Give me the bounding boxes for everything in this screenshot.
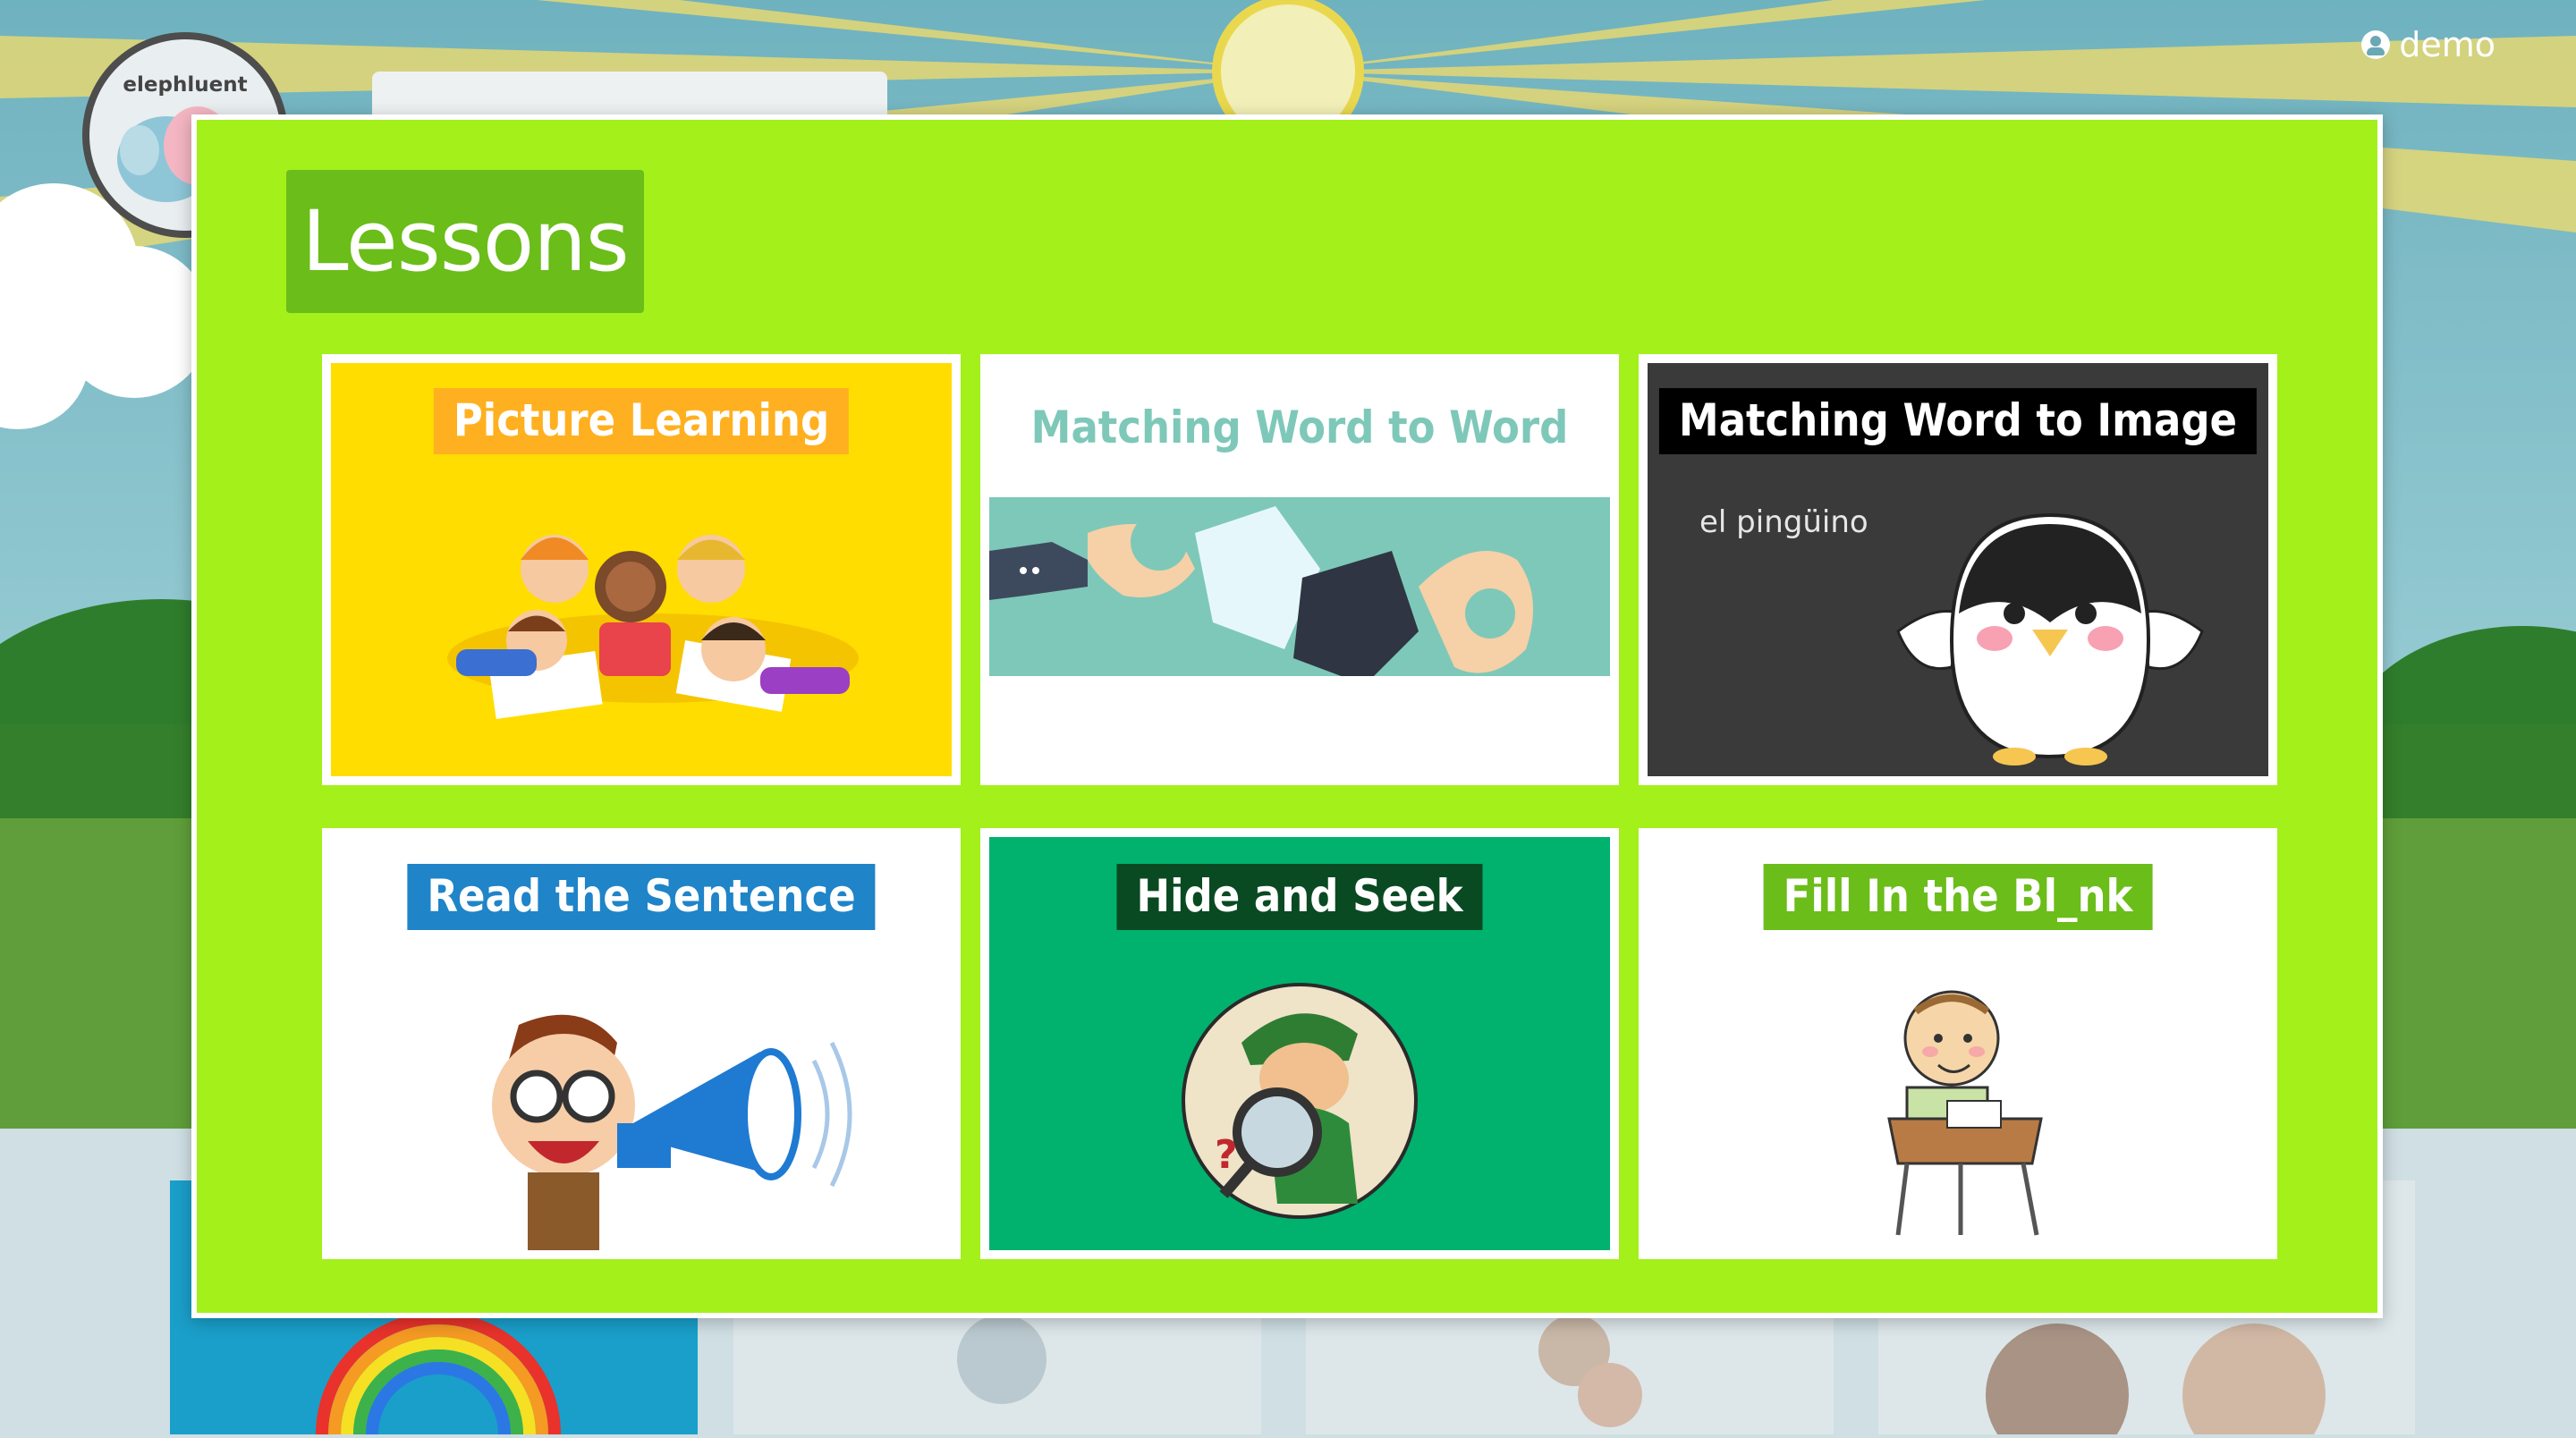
puzzle-hands-image (989, 497, 1610, 676)
detective-image: ? (1182, 983, 1418, 1219)
megaphone-boy-image (492, 1014, 852, 1250)
lesson-label-fill-in-the-blank: Fill In the Bl_nk (1763, 864, 2153, 930)
lessons-modal: Lessons Picture Learning Matching Word t… (191, 114, 2383, 1318)
logo-text: elephluent (123, 73, 248, 97)
lesson-caption-penguin: el pingüino (1699, 504, 1868, 540)
modal-title: Lessons (286, 170, 644, 313)
lesson-label-picture-learning: Picture Learning (433, 388, 850, 454)
lesson-card-fill-in-the-blank[interactable]: Fill In the Bl_nk (1639, 828, 2277, 1259)
lesson-card-matching-word-to-image[interactable]: Matching Word to Image el pingüino (1639, 354, 2277, 785)
boy-at-desk-image (1887, 990, 2043, 1236)
lesson-label-matching-word-to-image: Matching Word to Image (1658, 388, 2258, 454)
user-menu[interactable]: demo (2361, 25, 2496, 64)
lesson-card-matching-word-to-word[interactable]: Matching Word to Word (980, 354, 1619, 785)
lesson-card-picture-learning[interactable]: Picture Learning (322, 354, 961, 785)
lesson-label-read-the-sentence: Read the Sentence (407, 864, 876, 930)
lesson-label-hide-and-seek: Hide and Seek (1116, 864, 1483, 930)
children-drawing-image (447, 535, 859, 720)
user-icon (2361, 30, 2391, 59)
penguin-image (1896, 512, 2204, 766)
lesson-card-hide-and-seek[interactable]: Hide and Seek ? (980, 828, 1619, 1259)
lesson-card-read-the-sentence[interactable]: Read the Sentence (322, 828, 961, 1259)
lesson-label-matching-word-to-word: Matching Word to Word (1030, 402, 1569, 453)
user-name: demo (2399, 25, 2496, 64)
svg-text:?: ? (1215, 1132, 1238, 1178)
